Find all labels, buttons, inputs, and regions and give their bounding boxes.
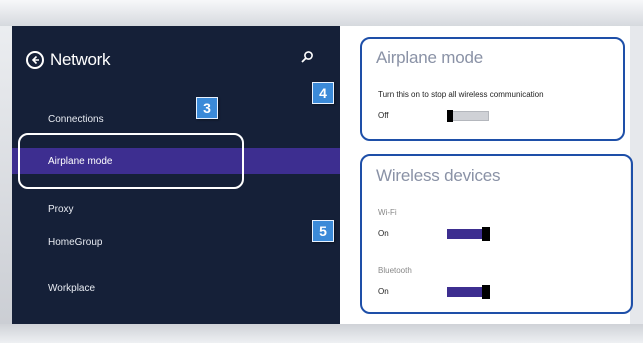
callout-frame-nav (18, 133, 244, 189)
sidebar-item-connections[interactable]: Connections (12, 106, 340, 132)
airplane-mode-toggle[interactable] (447, 110, 489, 122)
sidebar-item-label: Connections (48, 113, 104, 125)
callout-badge-3: 3 (196, 97, 218, 119)
sidebar-item-label: HomeGroup (48, 236, 103, 248)
sidebar-item-homegroup[interactable]: HomeGroup (12, 229, 340, 255)
airplane-mode-title: Airplane mode (376, 48, 484, 67)
sidebar-item-workplace[interactable]: Workplace (12, 275, 340, 301)
toggle-thumb (447, 110, 453, 122)
callout-badge-5: 5 (312, 220, 334, 242)
back-arrow-icon[interactable] (26, 51, 44, 69)
bluetooth-label: Bluetooth (378, 266, 412, 275)
airplane-mode-description: Turn this on to stop all wireless commun… (378, 90, 544, 99)
wifi-toggle[interactable] (447, 227, 490, 241)
airplane-mode-state: Off (378, 111, 389, 120)
wireless-devices-title: Wireless devices (376, 166, 501, 185)
bottom-bar (0, 324, 643, 343)
toggle-thumb (482, 285, 490, 299)
wifi-state: On (378, 229, 389, 238)
sidebar-item-label: Proxy (48, 203, 74, 215)
panel-header: Network (26, 46, 111, 74)
search-icon[interactable] (300, 50, 314, 64)
wifi-label: Wi-Fi (378, 208, 397, 217)
toggle-thumb (482, 227, 490, 241)
top-bar (0, 0, 643, 26)
sidebar-item-proxy[interactable]: Proxy (12, 196, 340, 222)
bluetooth-state: On (378, 287, 389, 296)
bluetooth-toggle[interactable] (447, 285, 490, 299)
callout-badge-4: 4 (312, 82, 334, 104)
page-title: Network (50, 50, 111, 69)
sidebar-item-label: Workplace (48, 282, 96, 294)
